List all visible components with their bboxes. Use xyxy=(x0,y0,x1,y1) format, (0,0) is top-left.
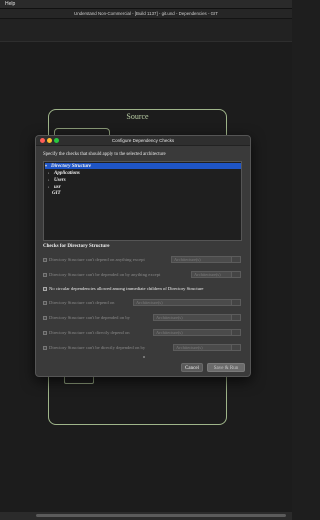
tree-item-directory-structure[interactable]: ▾ Directory Structure xyxy=(45,163,241,169)
checkbox[interactable] xyxy=(43,286,47,291)
tree-item-usr[interactable]: › usr xyxy=(48,184,61,190)
dropdown-arrow-icon[interactable] xyxy=(231,257,240,262)
dropdown-arrow-icon[interactable] xyxy=(231,300,240,305)
dropdown-arrow-icon[interactable] xyxy=(231,345,240,350)
dropdown-arrow-icon[interactable] xyxy=(231,330,240,335)
menu-help[interactable]: Help xyxy=(5,0,15,8)
checkbox[interactable] xyxy=(43,300,47,305)
window-title: Understand Non-Commercial - [Build 1137]… xyxy=(74,11,218,16)
check-label: No circular dependencies allowed among i… xyxy=(49,286,204,291)
tree-item-label: GIT xyxy=(52,191,61,196)
check-label: Directory Structure can't depend on anyt… xyxy=(49,257,145,262)
dropdown-arrow-icon[interactable] xyxy=(231,272,240,277)
tree-item-git[interactable]: GIT xyxy=(46,191,61,197)
cancel-button[interactable]: Cancel xyxy=(181,363,203,372)
combo-value: Architecture(s) xyxy=(194,272,221,277)
architecture-tree[interactable]: ▾ Directory Structure › Applications › User… xyxy=(43,161,242,241)
check-cant-depend-except[interactable]: Directory Structure can't depend on anyt… xyxy=(43,255,245,264)
check-label: Directory Structure can't depend on xyxy=(49,300,115,305)
instruction-text: Specify the checks that should apply to … xyxy=(43,152,166,157)
check-cant-depend-on[interactable]: Directory Structure can't depend on Arch… xyxy=(43,298,245,307)
menubar: Help xyxy=(0,0,292,9)
combo-value: Architecture(s) xyxy=(156,315,183,320)
checkbox[interactable] xyxy=(43,315,47,320)
scroll-indicator xyxy=(143,356,145,358)
checkbox[interactable] xyxy=(43,345,47,350)
tree-item-label: usr xyxy=(54,185,61,190)
architecture-combo[interactable]: Architecture(s) xyxy=(153,314,241,321)
checkbox[interactable] xyxy=(43,257,47,262)
scrollbar-thumb[interactable] xyxy=(36,514,286,517)
architecture-combo[interactable]: Architecture(s) xyxy=(153,329,241,336)
check-cant-directly-depend-on[interactable]: Directory Structure can't directly depen… xyxy=(43,328,245,337)
dialog-title: Configure Dependency Checks xyxy=(111,138,175,143)
check-cant-be-depended-by[interactable]: Directory Structure can't be depended on… xyxy=(43,313,245,322)
check-label: Directory Structure can't be depended on… xyxy=(49,272,161,277)
combo-value: Architecture(s) xyxy=(174,257,201,262)
save-and-run-button[interactable]: Save & Run xyxy=(207,363,245,372)
tree-item-label: Directory Structure xyxy=(51,164,92,169)
tree-item-label: Applications xyxy=(54,171,80,176)
check-label: Directory Structure can't directly depen… xyxy=(49,330,130,335)
tree-item-label: Users xyxy=(54,178,66,183)
architecture-combo[interactable]: Architecture(s) xyxy=(173,344,241,351)
combo-value: Architecture(s) xyxy=(156,330,183,335)
architecture-combo[interactable]: Architecture(s) xyxy=(171,256,241,263)
toolbar xyxy=(0,19,292,42)
checkbox[interactable] xyxy=(43,272,47,277)
window-titlebar: Understand Non-Commercial - [Build 1137]… xyxy=(0,9,292,19)
dropdown-arrow-icon[interactable] xyxy=(231,315,240,320)
check-label: Directory Structure can't be depended on… xyxy=(49,315,130,320)
configure-dependency-checks-dialog: Configure Dependency Checks Specify the … xyxy=(35,135,251,377)
tree-item-users[interactable]: › Users xyxy=(48,177,66,183)
architecture-combo[interactable]: Architecture(s) xyxy=(133,299,241,306)
source-node-label: Source xyxy=(126,112,149,121)
check-cant-be-depended-except[interactable]: Directory Structure can't be depended on… xyxy=(43,270,245,279)
check-cant-be-directly-depended-by[interactable]: Directory Structure can't be directly de… xyxy=(43,343,245,352)
horizontal-scrollbar[interactable] xyxy=(0,512,292,520)
dialog-titlebar: Configure Dependency Checks xyxy=(36,136,250,146)
combo-value: Architecture(s) xyxy=(136,300,163,305)
checks-section-title: Checks for Directory Structure xyxy=(43,244,110,249)
check-label: Directory Structure can't be directly de… xyxy=(49,345,146,350)
tree-item-applications[interactable]: › Applications xyxy=(48,170,80,176)
architecture-combo[interactable]: Architecture(s) xyxy=(191,271,241,278)
checkbox[interactable] xyxy=(43,330,47,335)
combo-value: Architecture(s) xyxy=(176,345,203,350)
check-no-circular[interactable]: No circular dependencies allowed among i… xyxy=(43,284,245,293)
